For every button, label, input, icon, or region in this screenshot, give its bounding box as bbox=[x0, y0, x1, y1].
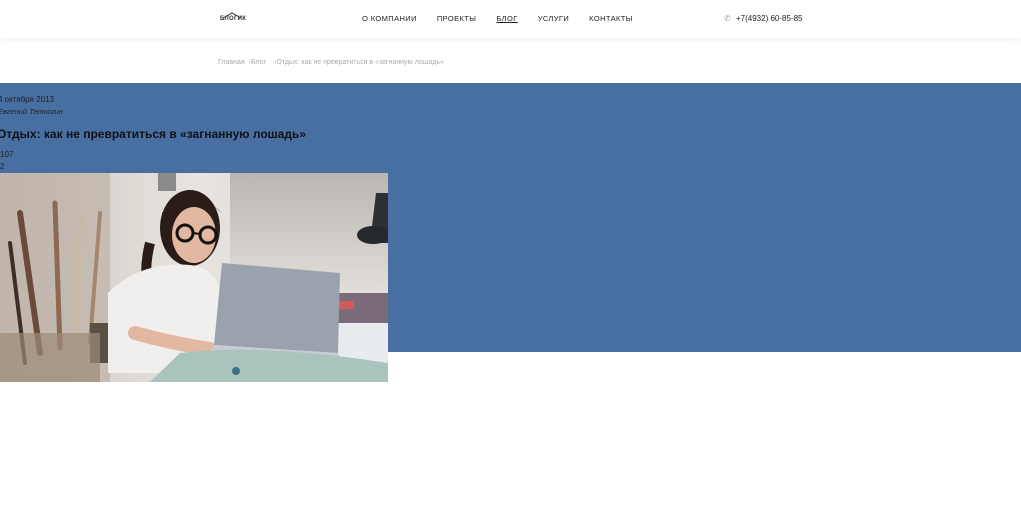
breadcrumb: Главная › Блог › Отдых: как не превратит… bbox=[218, 59, 444, 66]
phone-number: +7(4932) 60-85-85 bbox=[736, 14, 803, 23]
photo-woman-laptop-icon bbox=[0, 173, 388, 382]
nav-item-projects[interactable]: Проекты bbox=[437, 14, 476, 23]
article-author: Евгений Телюскин bbox=[0, 107, 63, 116]
breadcrumb-current: Отдых: как не превратиться в «загнанную … bbox=[276, 59, 444, 66]
main-nav: О компании Проекты Блог Услуги Контакты bbox=[362, 14, 653, 23]
site-header: БЛОГИК О компании Проекты Блог Услуги Ко… bbox=[0, 0, 1021, 38]
phone-contact[interactable]: ✆ +7(4932) 60-85-85 bbox=[724, 14, 803, 23]
nav-item-contacts[interactable]: Контакты bbox=[589, 14, 633, 23]
article-comments: 2 bbox=[0, 162, 5, 171]
nav-item-about[interactable]: О компании bbox=[362, 14, 417, 23]
nav-item-services[interactable]: Услуги bbox=[538, 14, 569, 23]
phone-icon: ✆ bbox=[724, 13, 731, 23]
article-title: Отдых: как не превратиться в «загнанную … bbox=[0, 127, 307, 141]
logo-text: БЛОГИК bbox=[220, 16, 247, 22]
logo[interactable]: БЛОГИК bbox=[220, 12, 246, 26]
breadcrumb-home[interactable]: Главная bbox=[218, 59, 245, 66]
article-image bbox=[0, 173, 388, 382]
article-views: 107 bbox=[0, 150, 14, 159]
nav-item-blog[interactable]: Блог bbox=[496, 14, 517, 23]
article-date: 4 октября 2013 bbox=[0, 95, 54, 104]
breadcrumb-blog[interactable]: Блог bbox=[251, 59, 266, 66]
